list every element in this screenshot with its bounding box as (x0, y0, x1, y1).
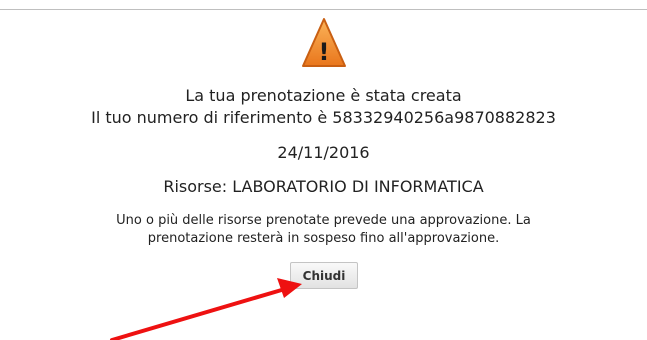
booking-confirmation-page: ! La tua prenotazione è stata creata Il … (0, 0, 647, 340)
close-button[interactable]: Chiudi (290, 262, 358, 289)
approval-notice-line-2: prenotazione resterà in sospeso fino all… (147, 231, 500, 246)
warning-mark: ! (319, 38, 330, 66)
created-message: La tua prenotazione è stata creata (185, 86, 462, 105)
top-divider (0, 9, 647, 10)
approval-notice-line-1: Uno o più delle risorse prenotate preved… (116, 213, 531, 228)
booked-resources: Risorse: LABORATORIO DI INFORMATICA (163, 177, 484, 196)
reference-number: Il tuo numero di riferimento è 583329402… (91, 108, 556, 127)
booking-date: 24/11/2016 (277, 143, 370, 162)
warning-icon: ! (302, 18, 346, 67)
